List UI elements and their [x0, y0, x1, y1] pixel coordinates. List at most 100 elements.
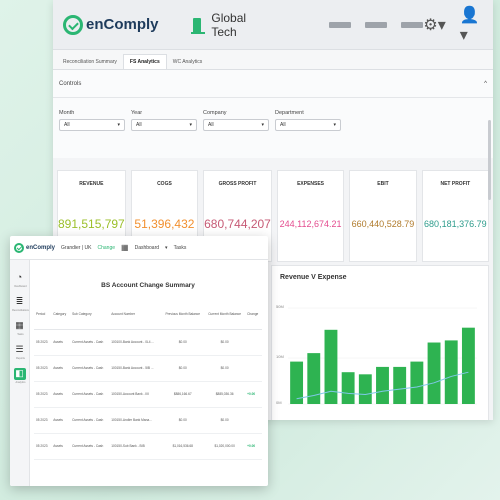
dashboard-icon: ◔	[16, 272, 23, 282]
sidebar-item-label: Reports	[16, 357, 25, 360]
revenue-bar[interactable]	[444, 340, 458, 404]
table-cell: $0.00	[204, 407, 246, 434]
table-cell: 05 2023	[34, 329, 52, 356]
year-select[interactable]: All ▾	[131, 119, 197, 131]
sidebar-item-label: Analytics	[15, 381, 26, 384]
month-select[interactable]: All ▾	[59, 119, 125, 131]
collapse-chevron-icon[interactable]: ^	[484, 81, 487, 87]
table-row[interactable]: 05 2023 Assets Current Assets - Cash 100150…	[34, 433, 262, 460]
chart-canvas: 50M 10M 0M	[276, 304, 477, 405]
kpi-value: 244,112,674.21	[279, 219, 342, 229]
table-cell: +0.00	[245, 381, 262, 408]
kpi-card-net-profit: NET PROFIT 680,181,376.79	[421, 170, 490, 262]
chevron-down-icon: ▾	[189, 122, 192, 128]
dashboard-menu[interactable]: Dashboard	[135, 245, 159, 251]
app-logo[interactable]: enComply	[63, 14, 159, 35]
top-icons: ⚙▾ 👤▾	[423, 5, 483, 45]
reports-icon: ☰	[15, 344, 24, 354]
top-bar: enComply Global Tech ⚙▾ 👤▾	[53, 0, 493, 50]
tab-fs-analytics[interactable]: FS Analytics	[122, 54, 167, 69]
bs-change-window: enComply Grandier | UK Change ▦ Dashboar…	[10, 236, 268, 486]
settings-gear-icon[interactable]: ⚙▾	[423, 15, 445, 35]
sidebar-item-analytics[interactable]: ◧ Analytics	[13, 368, 26, 384]
column-header[interactable]: Previous Month Balance	[161, 299, 205, 330]
sidebar-item-dashboard[interactable]: ◔ Dashboard	[14, 272, 26, 288]
column-header[interactable]: Account Number	[109, 299, 162, 330]
department-filter: Department All ▾	[275, 110, 341, 131]
revenue-bar[interactable]	[376, 366, 389, 404]
table-cell: $1,016,536.68	[161, 433, 205, 460]
table-cell: 05 2023	[34, 433, 52, 460]
table-title: BS Account Change Summary	[101, 282, 195, 289]
kpi-label: COGS	[157, 181, 172, 187]
table-row[interactable]: 05 2023 Assets Current Assets - Cash 100100…	[34, 329, 262, 356]
column-header[interactable]: Change	[245, 299, 262, 330]
analytics-icon: ◧	[15, 368, 24, 378]
bs-change-table: Period Category Sub Category Account Num…	[34, 299, 262, 460]
front-top-bar: enComply Grandier | UK Change ▦ Dashboar…	[10, 236, 268, 260]
column-header[interactable]: Current Month Balance	[204, 299, 246, 330]
sidebar-item-reconciliations[interactable]: ≣ Reconciliations	[12, 296, 29, 312]
table-row[interactable]: 05 2023 Assets Current Assets - Cash 100150…	[34, 407, 262, 434]
controls-header[interactable]: Controls ^	[53, 70, 493, 98]
encomply-logo-icon	[63, 14, 83, 35]
tab-bar: Reconciliation Summary FS Analytics WC A…	[53, 50, 493, 70]
table-cell: 100100-Bank Account - 0L4 ...	[109, 329, 162, 356]
sidebar-item-reports[interactable]: ☰ Reports	[14, 344, 26, 360]
revenue-bar[interactable]	[358, 374, 372, 404]
department-select[interactable]: All ▾	[275, 119, 341, 131]
nav-placeholder	[329, 21, 352, 28]
table-cell: 05 2023	[34, 407, 52, 434]
revenue-bar[interactable]	[341, 372, 355, 404]
page-scrollbar[interactable]	[488, 120, 491, 200]
company-filter: Company All ▾	[203, 110, 269, 131]
revenue-bar[interactable]	[461, 327, 475, 404]
change-entity-link[interactable]: Change	[98, 245, 116, 251]
company-selector[interactable]: Global Tech	[190, 11, 270, 39]
chart-title: Revenue V Expense	[280, 274, 347, 281]
revenue-bar[interactable]	[427, 342, 441, 404]
kpi-card-ebit: EBIT 660,440,528.79	[349, 170, 417, 262]
tasks-menu[interactable]: Tasks	[174, 245, 187, 251]
column-header[interactable]: Sub Category	[70, 299, 110, 330]
tasks-icon: ▦	[15, 320, 24, 330]
kpi-value: 680,181,376.79	[424, 219, 487, 229]
table-cell	[245, 407, 262, 434]
table-cell: $0.00	[204, 355, 246, 382]
dashboard-grid-icon[interactable]: ▦	[121, 243, 129, 252]
table-row[interactable]: 05 2023 Assets Current Assets - Cash 100150…	[34, 381, 262, 408]
nav-placeholders	[329, 21, 424, 28]
table-cell: Current Assets - Cash	[70, 433, 110, 460]
tab-wc-analytics[interactable]: WC Analytics	[167, 55, 208, 69]
dashboard-chevron-down-icon: ▾	[165, 244, 168, 251]
sidebar-item-label: Reconciliations	[12, 309, 29, 312]
revenue-bar[interactable]	[410, 361, 424, 404]
table-cell: 100150-Account Bank - IIII	[109, 381, 162, 408]
controls-panel: Month All ▾ Year All ▾ Company All ▾ Dep…	[53, 98, 493, 158]
kpi-label: GROSS PROFIT	[218, 181, 257, 187]
company-select[interactable]: All ▾	[203, 119, 269, 131]
sidebar-item-tasks[interactable]: ▦ Tasks	[14, 320, 26, 336]
table-cell: $1,020,000.00	[204, 433, 246, 460]
front-app-logo[interactable]: enComply	[14, 242, 55, 253]
kpi-value: 891,515,797	[58, 217, 125, 231]
table-cell: Assets	[51, 381, 71, 408]
table-cell: Current Assets - Cash	[70, 381, 110, 408]
company-select-value: All	[208, 122, 214, 128]
kpi-value: 660,440,528.79	[351, 219, 415, 229]
chevron-down-icon: ▾	[333, 122, 336, 128]
column-header[interactable]: Period	[34, 299, 52, 330]
revenue-bar[interactable]	[393, 366, 407, 404]
chevron-down-icon: ▾	[261, 122, 264, 128]
table-cell: $0.00	[161, 355, 205, 382]
column-header[interactable]: Category	[51, 299, 71, 330]
kpi-label: EBIT	[377, 181, 389, 187]
database-icon: ≣	[15, 296, 24, 306]
user-menu-icon[interactable]: 👤▾	[460, 5, 483, 45]
table-cell: Assets	[51, 329, 71, 356]
table-row[interactable]: 05 2023 Assets Current Assets - Cash 100150…	[34, 355, 262, 382]
tab-reconciliation-summary[interactable]: Reconciliation Summary	[57, 55, 123, 69]
table-cell: Current Assets - Cash	[70, 329, 110, 356]
table-cell: 100150-Andler Bank Mana...	[109, 407, 162, 434]
nav-placeholder	[365, 21, 388, 28]
